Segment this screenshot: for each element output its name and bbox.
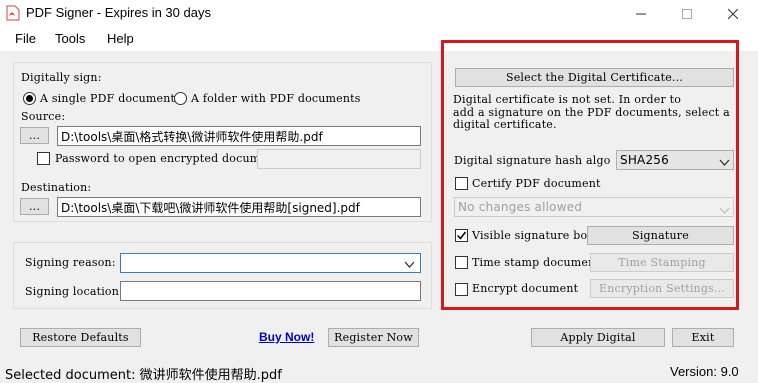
source-path-field[interactable]: D:\tools\桌面\格式转换\微讲师软件使用帮助.pdf xyxy=(57,126,421,146)
signing-location-field[interactable] xyxy=(120,281,421,301)
signing-reason-combo[interactable] xyxy=(120,253,421,273)
encrypt-checkbox[interactable] xyxy=(455,283,468,296)
visible-signature-label: Visible signature box xyxy=(472,229,594,242)
certify-option-select: No changes allowed xyxy=(454,197,734,217)
signature-button[interactable]: Signature xyxy=(587,226,734,245)
apply-digital-button[interactable]: Apply Digital xyxy=(531,328,665,347)
certificate-info-line-1: Digital certificate is not set. In order… xyxy=(453,93,682,106)
chevron-down-icon xyxy=(404,258,415,272)
checkmark-icon xyxy=(456,231,467,240)
signing-reason-label: Signing reason: xyxy=(25,256,116,269)
timestamp-label: Time stamp document xyxy=(472,256,601,269)
minimize-button[interactable] xyxy=(618,0,664,27)
minimize-icon xyxy=(636,13,646,14)
chevron-down-icon xyxy=(719,156,730,170)
select-certificate-button[interactable]: Select the Digital Certificate... xyxy=(455,68,734,87)
radio-single-pdf-label: A single PDF document xyxy=(40,92,176,105)
visible-signature-checkbox[interactable] xyxy=(455,229,468,242)
maximize-icon xyxy=(682,8,692,19)
time-stamping-button[interactable]: Time Stamping xyxy=(590,253,734,272)
chevron-down-icon xyxy=(719,204,730,218)
register-now-button[interactable]: Register Now xyxy=(328,328,419,347)
close-button[interactable] xyxy=(710,0,756,27)
password-checkbox[interactable] xyxy=(37,152,50,165)
timestamp-checkbox[interactable] xyxy=(455,256,468,269)
certificate-info-line-3: digital certificate. xyxy=(453,118,557,131)
source-label: Source: xyxy=(21,110,66,123)
radio-folder-label: A folder with PDF documents xyxy=(191,92,361,105)
menu-help[interactable]: Help xyxy=(107,31,134,46)
radio-folder[interactable] xyxy=(174,92,187,105)
menu-tools[interactable]: Tools xyxy=(55,31,85,46)
maximize-button[interactable] xyxy=(664,0,710,27)
source-browse-button[interactable]: ... xyxy=(20,127,49,144)
menu-file[interactable]: File xyxy=(15,31,36,46)
certify-label: Certify PDF document xyxy=(472,177,601,190)
destination-label: Destination: xyxy=(21,181,92,194)
version-status: Version: 9.0 xyxy=(670,364,739,379)
hash-algorithm-select[interactable]: SHA256 xyxy=(616,150,734,170)
destination-browse-button[interactable]: ... xyxy=(20,198,49,215)
certificate-info-text: Digital certificate is not set. In order… xyxy=(453,93,730,132)
hash-algorithm-value: SHA256 xyxy=(620,153,669,167)
selected-document-status: Selected document: 微讲师软件使用帮助.pdf xyxy=(5,368,282,383)
signing-location-label: Signing location xyxy=(25,285,120,298)
encryption-settings-button[interactable]: Encryption Settings... xyxy=(590,279,734,298)
hash-algorithm-label: Digital signature hash algo xyxy=(454,154,611,167)
password-field xyxy=(257,149,421,169)
pdf-app-icon xyxy=(6,5,20,21)
certify-checkbox[interactable] xyxy=(455,177,468,190)
buy-now-link-text[interactable]: Buy Now! xyxy=(259,330,314,344)
encrypt-label: Encrypt document xyxy=(472,282,579,295)
destination-path-field[interactable]: D:\tools\桌面\下载吧\微讲师软件使用帮助[signed].pdf xyxy=(57,197,421,217)
close-icon xyxy=(728,8,738,19)
window-title: PDF Signer - Expires in 30 days xyxy=(26,5,211,20)
buy-now-link[interactable]: Buy Now! xyxy=(259,330,314,344)
radio-single-pdf[interactable] xyxy=(23,92,36,105)
password-label: Password to open encrypted documen xyxy=(55,152,257,165)
digitally-sign-label: Digitally sign: xyxy=(21,71,102,84)
restore-defaults-button[interactable]: Restore Defaults xyxy=(20,328,141,347)
certify-option-value: No changes allowed xyxy=(458,200,583,214)
exit-button[interactable]: Exit xyxy=(672,328,734,347)
